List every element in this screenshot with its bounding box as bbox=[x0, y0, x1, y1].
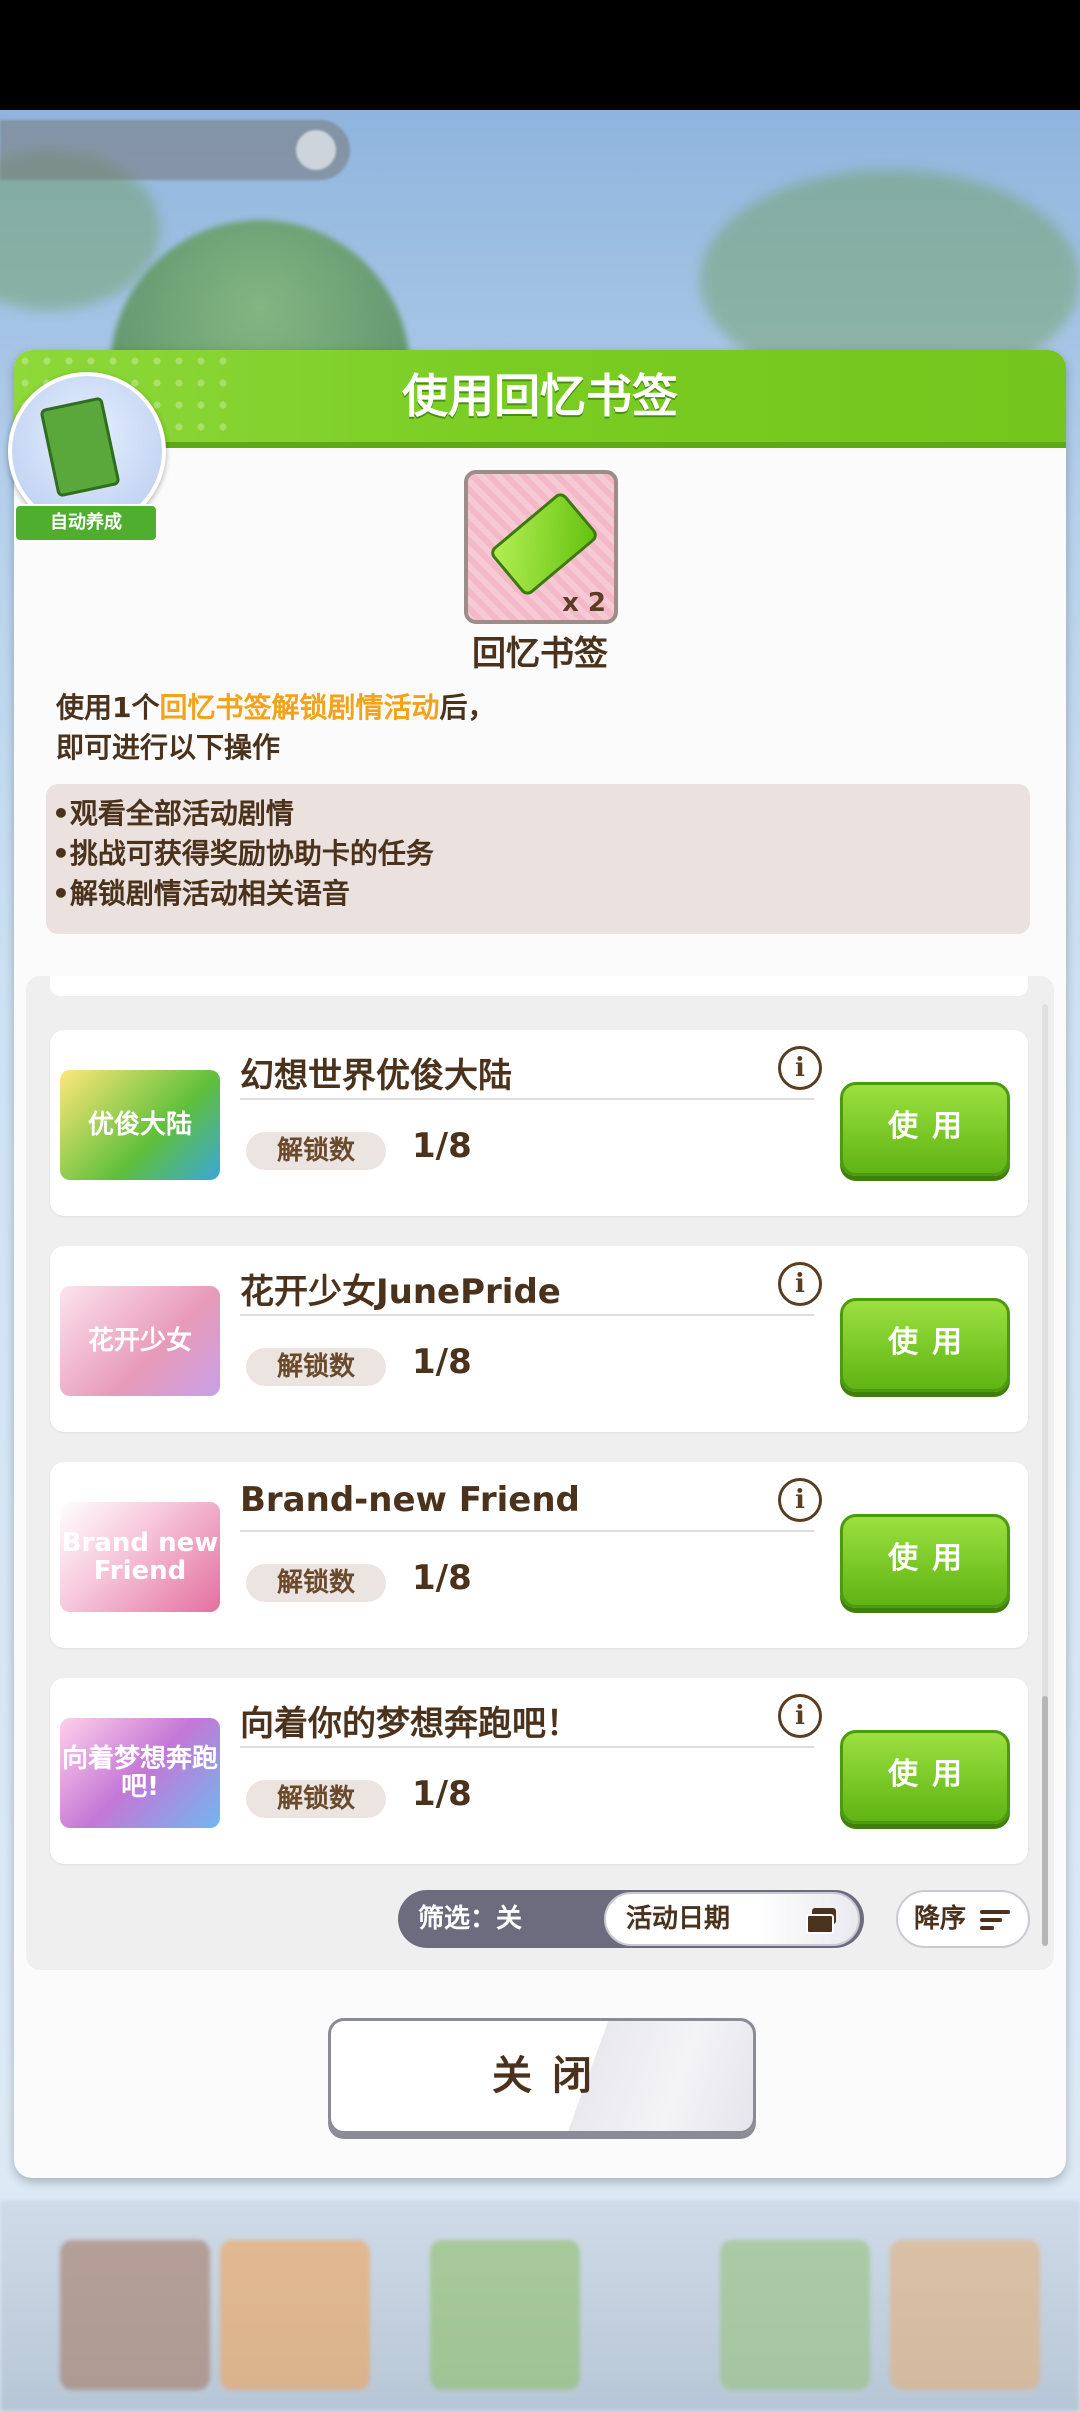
sort-field-label: 活动日期 bbox=[626, 1904, 731, 1934]
close-button[interactable]: 关闭 bbox=[328, 2018, 756, 2134]
info-icon[interactable]: i bbox=[778, 1046, 822, 1090]
list-row-partial bbox=[50, 976, 1028, 996]
use-bookmark-dialog: 使用回忆书签 x 2 回忆书签 使用1个回忆书签解锁剧情活动后， 即可进行以下操… bbox=[14, 350, 1066, 2178]
unlock-count-label: 解锁数 bbox=[246, 1132, 386, 1170]
use-button[interactable]: 使用 bbox=[840, 1298, 1010, 1392]
highlight-unlock-event: 解锁剧情活动 bbox=[271, 691, 440, 724]
cards-icon bbox=[806, 1908, 836, 1934]
info-icon[interactable]: i bbox=[778, 1478, 822, 1522]
event-list[interactable]: 优俊大陆 幻想世界优俊大陆 i 解锁数 1/8 使用 花开少女 花开少女June… bbox=[26, 976, 1054, 1970]
unlock-count-value: 1/8 bbox=[412, 1126, 472, 1166]
description-text: 使用1个回忆书签解锁剧情活动后， 即可进行以下操作 bbox=[56, 691, 496, 764]
event-logo: Brand new Friend bbox=[60, 1502, 220, 1612]
unlock-count-label: 解锁数 bbox=[246, 1348, 386, 1386]
bottom-nav-bar bbox=[0, 2200, 1080, 2412]
benefit-item: •挑战可获得奖励协助卡的任务 bbox=[52, 837, 434, 870]
use-button[interactable]: 使用 bbox=[840, 1082, 1010, 1176]
sort-field-selector[interactable]: 活动日期 bbox=[604, 1892, 860, 1946]
event-logo: 向着梦想奔跑吧! bbox=[60, 1718, 220, 1828]
info-icon[interactable]: i bbox=[778, 1694, 822, 1738]
top-status-chip bbox=[0, 120, 350, 180]
use-button[interactable]: 使用 bbox=[840, 1730, 1010, 1824]
item-quantity: x 2 bbox=[562, 588, 606, 618]
sort-order-label: 降序 bbox=[914, 1904, 967, 1934]
event-title: 花开少女JunePride bbox=[240, 1272, 561, 1312]
auto-training-badge[interactable]: 自动养成 bbox=[0, 372, 170, 542]
benefit-item: •观看全部活动剧情 bbox=[52, 797, 294, 830]
event-title: 向着你的梦想奔跑吧！ bbox=[240, 1704, 580, 1744]
sort-descending-icon bbox=[980, 1910, 1010, 1930]
unlock-count-label: 解锁数 bbox=[246, 1564, 386, 1602]
scrollbar-thumb[interactable] bbox=[1042, 1696, 1048, 1946]
event-logo: 花开少女 bbox=[60, 1286, 220, 1396]
event-row: 优俊大陆 幻想世界优俊大陆 i 解锁数 1/8 使用 bbox=[50, 1030, 1028, 1216]
unlock-count-value: 1/8 bbox=[412, 1774, 472, 1814]
event-logo: 优俊大陆 bbox=[60, 1070, 220, 1180]
filter-toggle[interactable]: 筛选：关 bbox=[418, 1890, 522, 1948]
unlock-count-value: 1/8 bbox=[412, 1558, 472, 1598]
bookmark-item-icon: x 2 bbox=[464, 470, 618, 624]
use-button[interactable]: 使用 bbox=[840, 1514, 1010, 1608]
unlock-count-label: 解锁数 bbox=[246, 1780, 386, 1818]
event-title: Brand-new Friend bbox=[240, 1480, 580, 1520]
benefit-item: •解锁剧情活动相关语音 bbox=[52, 877, 350, 910]
item-name: 回忆书签 bbox=[472, 634, 608, 674]
info-icon[interactable]: i bbox=[778, 1262, 822, 1306]
ticket-icon bbox=[487, 490, 601, 598]
dialog-header: 使用回忆书签 bbox=[14, 350, 1066, 448]
event-row: Brand new Friend Brand-new Friend i 解锁数 … bbox=[50, 1462, 1028, 1648]
event-row: 向着梦想奔跑吧! 向着你的梦想奔跑吧！ i 解锁数 1/8 使用 bbox=[50, 1678, 1028, 1864]
event-row: 花开少女 花开少女JunePride i 解锁数 1/8 使用 bbox=[50, 1246, 1028, 1432]
filter-bar: 筛选：关 活动日期 bbox=[398, 1890, 864, 1948]
dialog-title: 使用回忆书签 bbox=[402, 369, 678, 423]
sort-order-button[interactable]: 降序 bbox=[896, 1890, 1030, 1948]
benefits-list: •观看全部活动剧情 •挑战可获得奖励协助卡的任务 •解锁剧情活动相关语音 bbox=[46, 784, 1030, 934]
highlight-bookmark: 回忆书签 bbox=[159, 691, 272, 724]
unlock-count-value: 1/8 bbox=[412, 1342, 472, 1382]
event-title: 幻想世界优俊大陆 bbox=[240, 1056, 512, 1096]
auto-training-label: 自动养成 bbox=[14, 504, 158, 542]
